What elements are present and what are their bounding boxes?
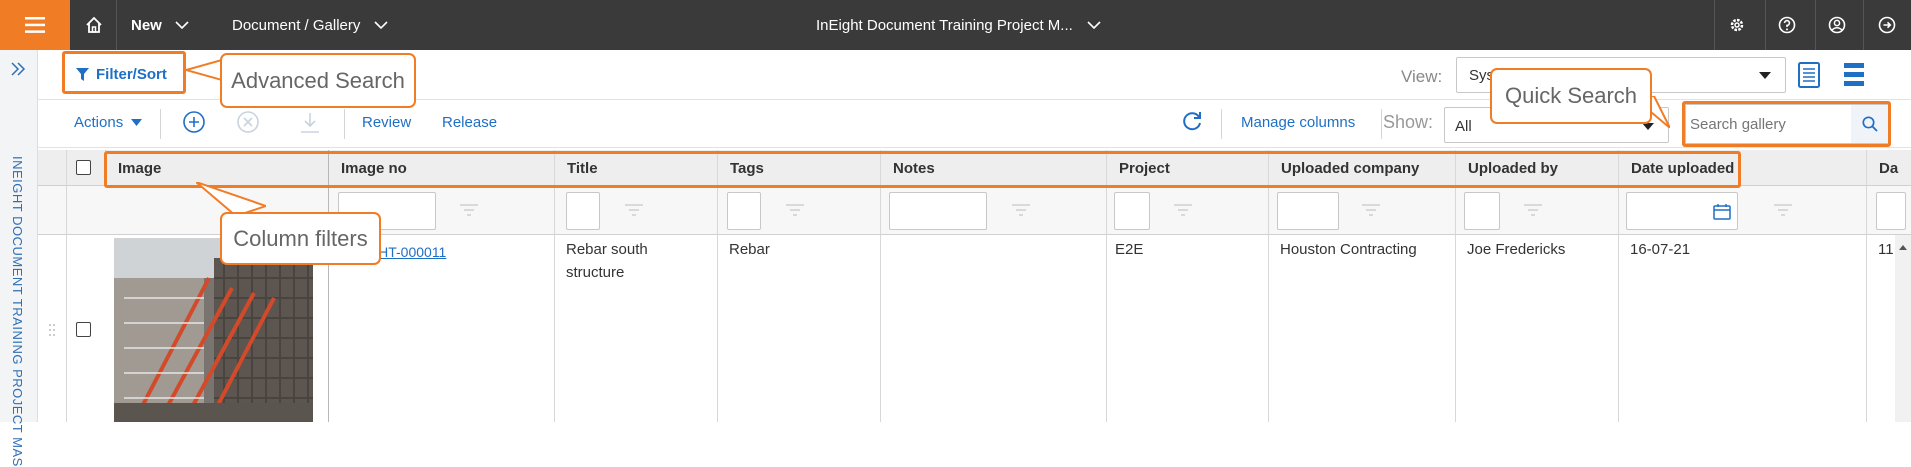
column-header-truncated[interactable]: Da <box>1866 150 1911 186</box>
document-view-button[interactable] <box>1798 62 1820 93</box>
list-view-icon <box>1844 63 1864 86</box>
user-profile-button[interactable] <box>1815 0 1859 50</box>
new-menu-label: New <box>131 16 162 34</box>
grid-scrollbar[interactable] <box>1895 235 1911 422</box>
settings-icon <box>1730 18 1744 32</box>
filter-lines-icon <box>1174 204 1192 216</box>
release-button[interactable]: Release <box>442 114 497 131</box>
filter-input-notes[interactable] <box>889 192 987 230</box>
project-sidebar: INEIGHT DOCUMENT TRAINING PROJECT MAS <box>0 50 38 467</box>
document-list-icon <box>1798 62 1820 88</box>
manage-columns-button[interactable]: Manage columns <box>1241 114 1355 131</box>
settings-button[interactable] <box>1715 0 1759 50</box>
chevron-down-icon <box>374 21 388 29</box>
document-gallery-menu[interactable]: Document / Gallery <box>232 0 388 50</box>
cell-uploaded-company: Houston Contracting <box>1280 241 1417 258</box>
filter-input-uploaded-by[interactable] <box>1464 192 1500 230</box>
download-button[interactable] <box>300 112 320 139</box>
advanced-search-callout-text: Advanced Search <box>231 67 405 93</box>
chevron-down-icon <box>175 21 189 29</box>
top-navigation-bar: New Document / Gallery InEight Document … <box>0 0 1911 50</box>
actions-menu[interactable]: Actions <box>74 114 143 131</box>
project-selector-label: InEight Document Training Project M... <box>816 16 1073 34</box>
cell-tags: Rebar <box>729 241 770 258</box>
filter-lines-icon <box>1362 204 1380 216</box>
construction-photo-thumbnail[interactable] <box>114 238 313 422</box>
cell-title: Rebar south structure <box>566 241 648 281</box>
view-label: View: <box>1401 67 1443 86</box>
filter-input-title[interactable] <box>566 192 600 230</box>
hamburger-menu-button[interactable] <box>0 0 70 50</box>
show-select-value: All <box>1455 118 1472 135</box>
help-button[interactable] <box>1765 0 1809 50</box>
download-icon <box>301 113 319 133</box>
cancel-circle-icon <box>237 111 259 133</box>
column-filters-callout: Column filters <box>220 212 381 265</box>
quick-search-callout-text: Quick Search <box>1504 83 1638 108</box>
refresh-button[interactable] <box>1181 111 1203 138</box>
column-filters-callout-text: Column filters <box>233 225 368 251</box>
actions-label: Actions <box>74 114 124 131</box>
column-header-label: Da <box>1879 159 1899 177</box>
home-icon <box>86 16 102 33</box>
help-icon <box>1778 16 1796 34</box>
filter-lines-icon <box>1012 204 1030 216</box>
logout-icon <box>1878 16 1896 34</box>
select-all-checkbox[interactable] <box>76 160 91 175</box>
chevron-down-icon <box>1087 21 1101 29</box>
filter-input-truncated[interactable] <box>1876 192 1906 230</box>
cell-date-uploaded: 16-07-21 <box>1630 241 1691 258</box>
drag-handle-icon[interactable] <box>48 323 56 337</box>
double-chevron-right-icon <box>11 62 26 76</box>
filter-lines-icon <box>625 204 643 216</box>
expand-sidebar-button[interactable] <box>10 62 26 81</box>
advanced-search-callout: Advanced Search <box>220 53 416 108</box>
menu-icon <box>25 17 45 33</box>
review-button[interactable]: Review <box>362 114 411 131</box>
remove-button[interactable] <box>237 111 259 138</box>
column-headers-highlight <box>104 151 1741 188</box>
user-icon <box>1828 16 1846 34</box>
caret-down-icon <box>131 119 143 126</box>
filter-input-tags[interactable] <box>727 192 761 230</box>
filter-lines-icon <box>1774 204 1792 216</box>
new-menu[interactable]: New <box>131 0 189 50</box>
row-checkbox[interactable] <box>76 322 91 337</box>
quick-search-callout: Quick Search <box>1490 68 1652 124</box>
add-circle-icon <box>183 111 205 133</box>
sidebar-project-name: INEIGHT DOCUMENT TRAINING PROJECT MAS <box>10 156 25 467</box>
callout-pointer <box>196 182 266 216</box>
document-gallery-label: Document / Gallery <box>232 16 361 34</box>
filter-input-date-uploaded[interactable] <box>1626 192 1738 230</box>
cell-uploaded-by: Joe Fredericks <box>1467 241 1566 258</box>
filter-input-uploaded-company[interactable] <box>1277 192 1339 230</box>
cell-project: E2E <box>1115 241 1144 258</box>
logout-button[interactable] <box>1865 0 1909 50</box>
cell-truncated: 11 <box>1878 241 1894 258</box>
quick-search-highlight <box>1682 101 1891 147</box>
filter-sort-highlight <box>62 51 186 94</box>
filter-lines-icon <box>786 204 804 216</box>
calendar-icon[interactable] <box>1713 203 1731 220</box>
scroll-up-icon[interactable] <box>1899 245 1907 250</box>
home-button[interactable] <box>72 0 116 50</box>
refresh-icon <box>1183 112 1201 131</box>
project-selector[interactable]: InEight Document Training Project M... <box>816 0 1101 50</box>
list-view-button[interactable] <box>1844 63 1864 92</box>
filter-input-project[interactable] <box>1114 192 1150 230</box>
filter-lines-icon <box>1524 204 1542 216</box>
filter-lines-icon <box>460 204 478 216</box>
add-button[interactable] <box>183 111 205 138</box>
caret-down-icon <box>1759 72 1771 79</box>
show-label: Show: <box>1383 112 1434 132</box>
callout-pointer <box>186 58 222 82</box>
